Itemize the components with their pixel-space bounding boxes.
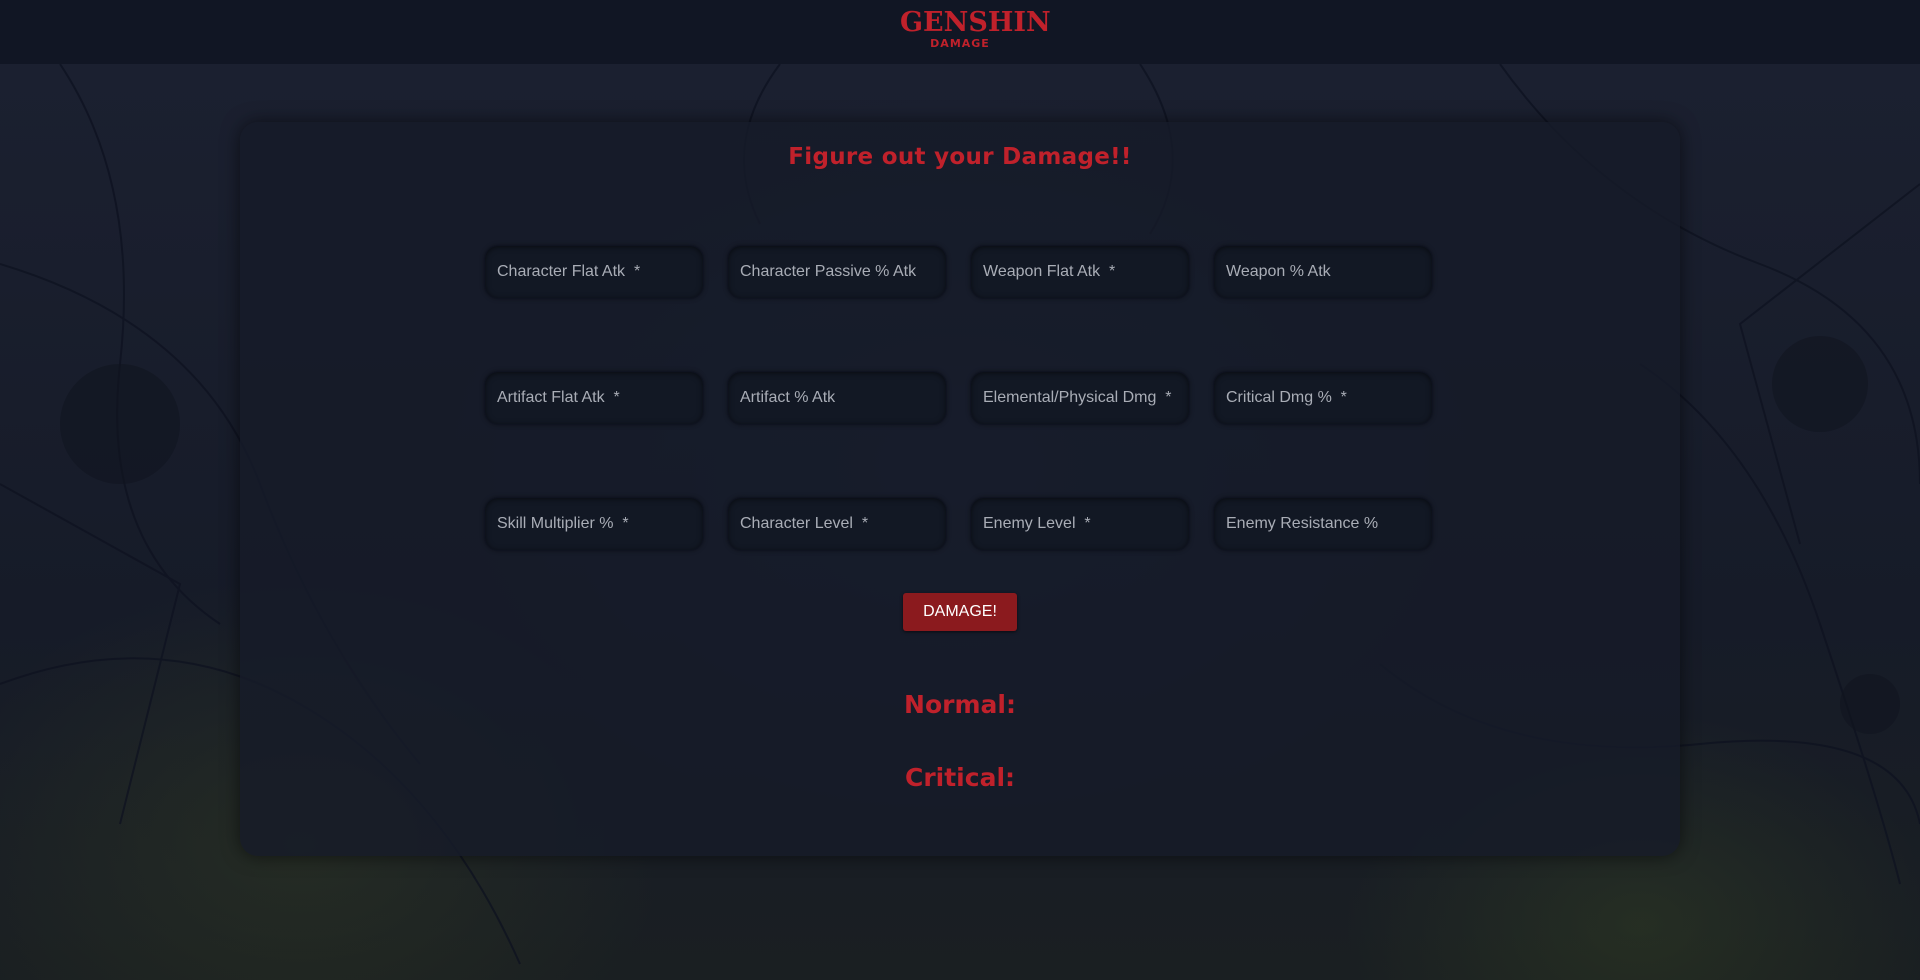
logo-title: GENSHIN bbox=[900, 7, 1051, 38]
enemy-resistance-input[interactable] bbox=[1213, 497, 1433, 551]
weapon-percent-atk-input[interactable] bbox=[1213, 245, 1433, 299]
top-navbar: GENSHIN DAMAGE bbox=[0, 0, 1920, 64]
character-flat-atk-input[interactable] bbox=[484, 245, 704, 299]
character-passive-atk-input[interactable] bbox=[727, 245, 947, 299]
skill-multiplier-input[interactable] bbox=[484, 497, 704, 551]
genshin-damage-logo[interactable]: GENSHIN DAMAGE bbox=[900, 7, 1051, 56]
damage-calculator-card: Figure out your Damage!! DAMAGE! Normal:… bbox=[240, 122, 1680, 856]
artifact-flat-atk-input[interactable] bbox=[484, 371, 704, 425]
weapon-flat-atk-input[interactable] bbox=[970, 245, 1190, 299]
normal-damage-label: Normal: bbox=[904, 690, 1016, 719]
page-title: Figure out your Damage!! bbox=[788, 144, 1132, 170]
critical-damage-label: Critical: bbox=[904, 763, 1016, 792]
critical-dmg-input[interactable] bbox=[1213, 371, 1433, 425]
artifact-percent-atk-input[interactable] bbox=[727, 371, 947, 425]
elemental-physical-dmg-input[interactable] bbox=[970, 371, 1190, 425]
enemy-level-input[interactable] bbox=[970, 497, 1190, 551]
damage-button[interactable]: DAMAGE! bbox=[903, 593, 1017, 631]
logo-subtitle: DAMAGE bbox=[930, 37, 990, 50]
character-level-input[interactable] bbox=[727, 497, 947, 551]
